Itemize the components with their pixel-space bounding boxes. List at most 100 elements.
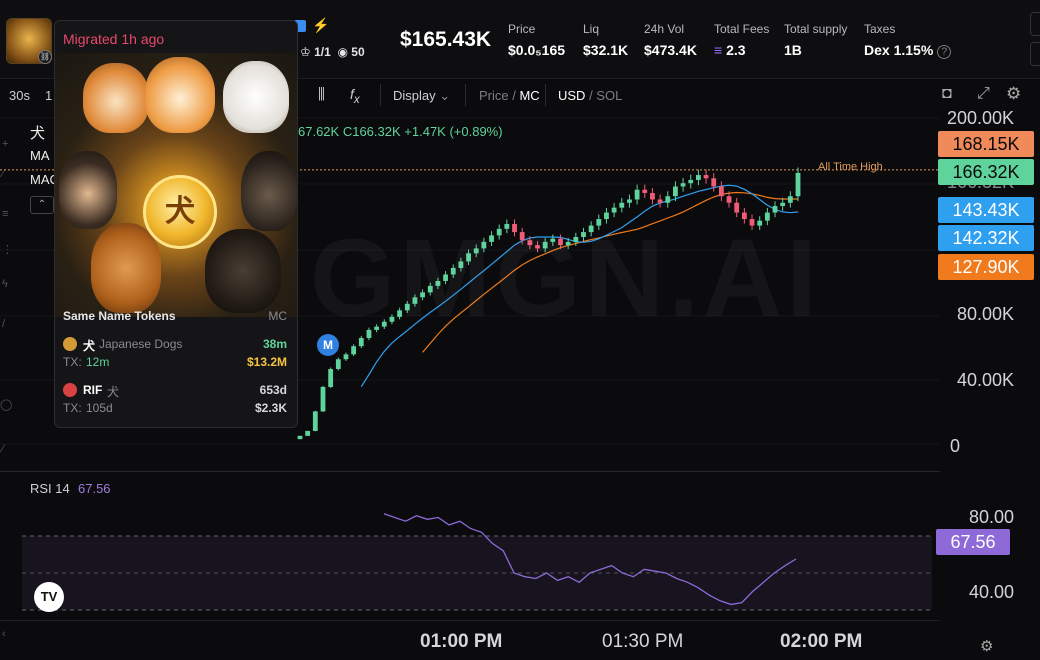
dog-illustration [145, 57, 215, 133]
display-dropdown[interactable]: Display ⌄ [393, 88, 450, 104]
candle [711, 178, 717, 187]
rsi-value: 67.56 [78, 481, 111, 496]
lightning-icon: ⚡ [312, 17, 330, 33]
mc-option[interactable]: MC [519, 88, 539, 103]
stat-label: 24h Vol [644, 22, 685, 36]
fees-value: 2.3 [726, 42, 746, 58]
y-tick: 40.00K [956, 370, 1014, 390]
price-tag-ma2: 142.32K [938, 225, 1034, 251]
all-time-high-label: All Time High [818, 161, 883, 173]
price-option[interactable]: Price [479, 88, 509, 103]
stat-label: Total supply [784, 22, 848, 36]
time-axis-border [0, 620, 940, 621]
toolbar-divider [380, 84, 381, 106]
ohlc-readout: 67.62K C166.32K +1.47K (+0.89%) [298, 124, 503, 139]
stat-value: Dex 1.15% ? [864, 42, 952, 59]
side-panel-button-2[interactable] [1030, 42, 1040, 66]
chart-settings-icon[interactable]: ⚙ [980, 637, 993, 655]
candle [657, 199, 663, 203]
dog-illustration [91, 223, 161, 313]
candle [611, 207, 617, 213]
rsi-y-tick: 40.00 [968, 582, 1014, 602]
candle [734, 202, 740, 213]
stat-value: $473.4K [644, 42, 697, 58]
dog-illustration [83, 63, 149, 133]
tradingview-logo[interactable]: TV [34, 582, 64, 612]
candle [787, 196, 793, 203]
collapse-icon[interactable]: ‹ [2, 628, 6, 640]
rsi-label: RSI 14 [30, 481, 70, 496]
fullscreen-icon[interactable]: ⤢ [977, 85, 990, 103]
stat-liq: Liq $32.1K [583, 22, 628, 58]
candle [772, 206, 778, 213]
indicators-icon[interactable]: fx [350, 86, 360, 106]
candle-type-icon[interactable]: ⫼ [318, 86, 325, 103]
same-name-token-row[interactable]: 犬 Japanese Dogs 38m TX: 12m $13.2M [55, 331, 297, 377]
help-icon[interactable]: ? [937, 45, 952, 59]
candle [703, 175, 709, 179]
price-tag-ath: 168.15K [938, 131, 1034, 157]
token-name: Japanese Dogs [99, 337, 183, 351]
candle [335, 359, 341, 370]
legend-collapse-button[interactable]: ⌃ [30, 196, 54, 214]
side-panel-button[interactable] [1030, 12, 1040, 36]
candle [673, 186, 678, 197]
candle [297, 435, 303, 440]
token-name: 犬 [107, 385, 120, 399]
candle [780, 202, 786, 207]
ohlc-change: +1.47K (+0.89%) [404, 124, 503, 139]
candle [627, 199, 632, 203]
chevron-down-icon: ⌄ [439, 88, 451, 103]
stat-total-fees: Total Fees ≡ 2.3 [714, 22, 769, 58]
same-name-mc-header: MC [268, 309, 287, 323]
link-icon[interactable]: ⛓ [38, 50, 52, 64]
usd-option[interactable]: USD [558, 88, 585, 103]
interval-30s[interactable]: 30s [9, 88, 30, 103]
stat-label: Price [508, 22, 536, 36]
same-name-token-row[interactable]: RIF 犬 653d TX: 105d $2.3K [55, 377, 297, 423]
token-age: 38m [262, 337, 287, 351]
stat-value: ≡ 2.3 [714, 42, 769, 58]
ohlc-close: C166.32K [342, 124, 401, 139]
token-image: 犬 [55, 53, 297, 317]
currency-toggle[interactable]: USD / SOL [558, 88, 622, 103]
time-tick: 01:00 PM [420, 631, 503, 652]
price-mc-toggle[interactable]: Price / MC [479, 88, 540, 103]
candle [718, 186, 724, 197]
stat-label: Total Fees [714, 22, 770, 36]
settings-gear-icon[interactable]: ⚙ [1006, 84, 1021, 104]
token-avatar-small [63, 383, 77, 397]
token-info-popup: Migrated 1h ago 犬 Same Name Tokens MC 犬 … [54, 20, 298, 428]
price-tag-ma1: 143.43K [938, 197, 1034, 223]
candle [665, 196, 671, 203]
interval-1m[interactable]: 1 [45, 88, 52, 103]
candle [320, 386, 326, 412]
token-mc: $13.2M [246, 355, 287, 369]
y-tick: 80.00K [956, 304, 1014, 324]
stat-label: Liq [583, 22, 600, 36]
candle [642, 189, 648, 193]
crown-icon: ♔ [300, 45, 311, 59]
solana-icon: ≡ [714, 42, 723, 58]
legend-ma: MA [30, 148, 50, 163]
camera-icon[interactable]: ◘ [942, 85, 952, 103]
candle [312, 411, 318, 431]
candle [726, 196, 732, 203]
candle [343, 354, 349, 360]
watermark: GMGN.AI [310, 215, 821, 342]
rsi-chart[interactable] [0, 472, 940, 622]
token-symbol: 犬 [83, 339, 96, 353]
ohlc-low: 67.62K [298, 124, 340, 139]
toolbar-divider [545, 84, 546, 106]
migration-marker[interactable]: M [317, 334, 339, 356]
token-avatar-small [63, 337, 77, 351]
dog-illustration [223, 61, 289, 133]
stat-total-supply: Total supply 1B [784, 22, 847, 58]
taxes-value: Dex 1.15% [864, 42, 934, 58]
stat-taxes: Taxes Dex 1.15% ? [864, 22, 952, 59]
sol-option[interactable]: SOL [596, 88, 622, 103]
stat-24h-vol: 24h Vol $473.4K [644, 22, 697, 58]
dog-illustration [59, 151, 117, 229]
holders-value: 1/1 [314, 45, 331, 59]
coin-illustration: 犬 [143, 175, 217, 249]
